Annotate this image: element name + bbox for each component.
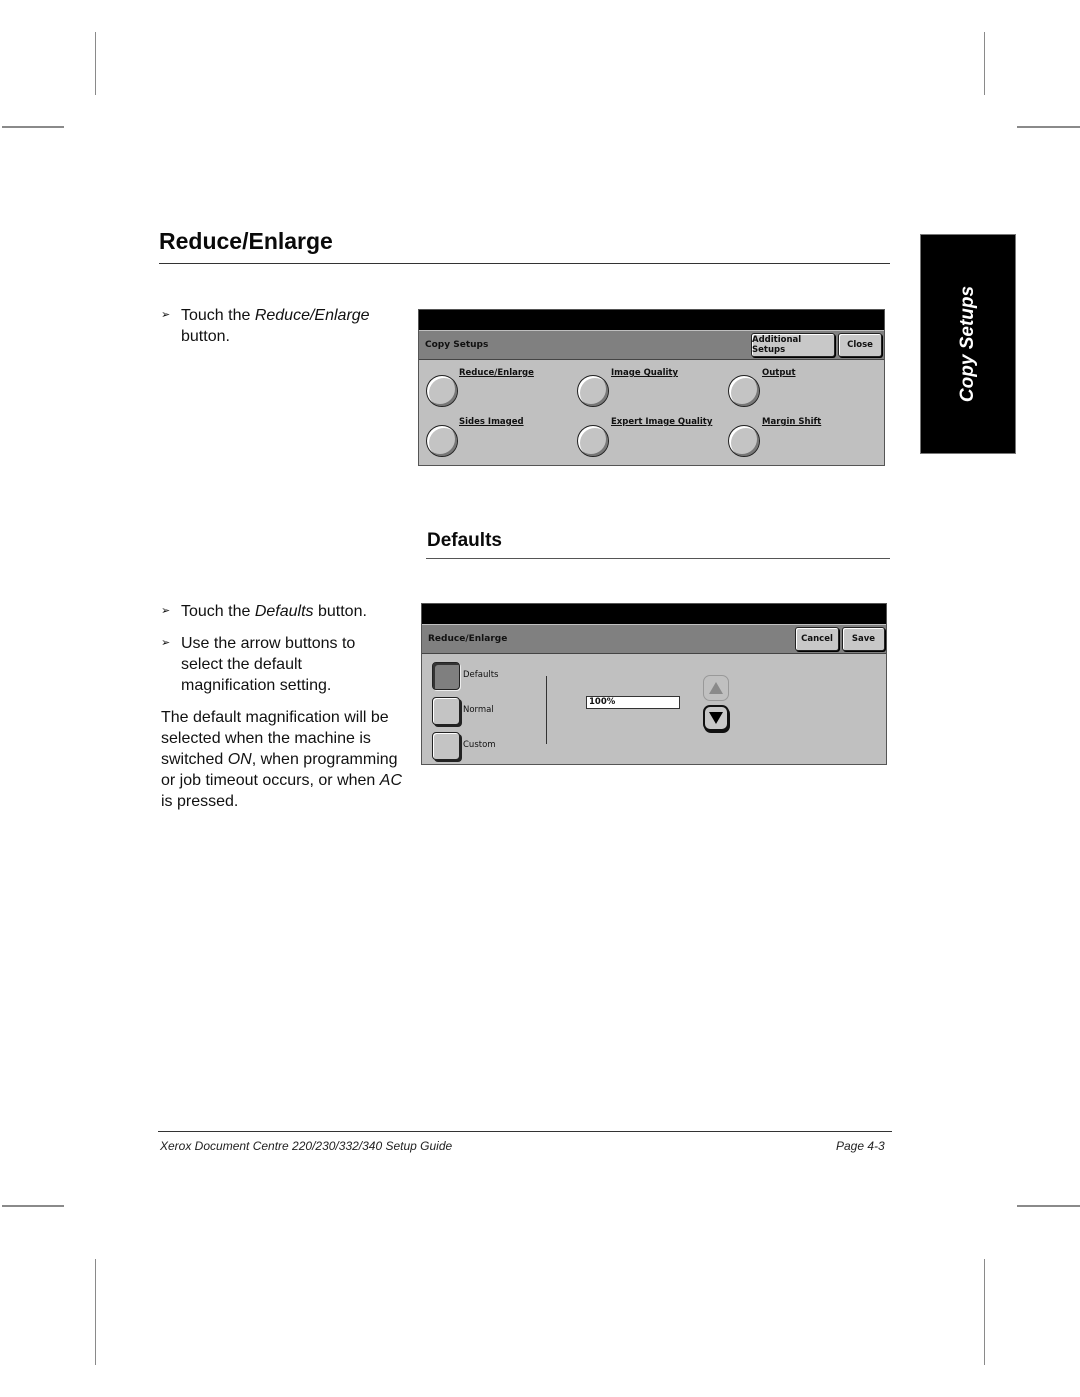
save-button[interactable]: Save — [842, 627, 885, 651]
image-quality-label[interactable]: Image Quality — [611, 368, 678, 378]
page-number: Page 4-3 — [836, 1139, 885, 1153]
screen-title: Copy Setups — [425, 340, 489, 350]
section-tab-label: Copy Setups — [957, 285, 978, 403]
defaults-option-label: Defaults — [463, 670, 499, 680]
instruction-step: ➢ Touch the Defaults button. — [161, 603, 367, 620]
crop-mark — [1017, 126, 1080, 128]
title-divider — [159, 263, 890, 264]
custom-option-label: Custom — [463, 740, 496, 750]
section-tab: Copy Setups — [920, 234, 1016, 454]
cancel-button[interactable]: Cancel — [795, 627, 839, 651]
crop-mark — [95, 1259, 96, 1365]
screen-title-bar: Reduce/Enlarge Cancel Save — [422, 625, 886, 654]
crop-mark — [984, 32, 985, 95]
normal-option-label: Normal — [463, 705, 494, 715]
reduce-enlarge-screen: Reduce/Enlarge Cancel Save Defaults Norm… — [421, 603, 887, 765]
arrow-down-icon — [709, 712, 723, 724]
close-button[interactable]: Close — [838, 333, 882, 357]
instruction-step: ➢ Use the arrow buttons to select the de… — [161, 635, 356, 694]
arrowhead-right-icon: ➢ — [161, 309, 171, 321]
reduce-enlarge-button[interactable] — [426, 375, 458, 407]
crop-mark — [2, 1205, 64, 1207]
section-divider — [426, 558, 890, 559]
crop-mark — [95, 32, 96, 95]
screen-top-bar — [419, 310, 884, 330]
arrowhead-right-icon: ➢ — [161, 637, 171, 649]
note-paragraph: The default magnification will be select… — [161, 709, 402, 810]
sides-imaged-button[interactable] — [426, 425, 458, 457]
output-label[interactable]: Output — [762, 368, 796, 378]
screen-title-bar: Copy Setups Additional Setups Close — [419, 331, 884, 360]
expert-image-quality-label[interactable]: Expert Image Quality — [611, 417, 712, 427]
copy-setups-screen: Copy Setups Additional Setups Close Redu… — [418, 309, 885, 466]
screen-top-bar — [422, 604, 886, 624]
page-title: Reduce/Enlarge — [159, 228, 333, 254]
footer-divider — [158, 1131, 892, 1132]
footer-title: Xerox Document Centre 220/230/332/340 Se… — [160, 1139, 453, 1153]
custom-option-button[interactable] — [432, 732, 460, 760]
panel-divider — [546, 676, 547, 744]
instruction-step: ➢ Touch the Reduce/Enlarge button. — [161, 307, 370, 345]
increase-button[interactable] — [703, 675, 729, 701]
normal-option-button[interactable] — [432, 697, 460, 725]
defaults-option-button[interactable] — [432, 662, 460, 690]
margin-shift-button[interactable] — [728, 425, 760, 457]
additional-setups-button[interactable]: Additional Setups — [751, 333, 835, 357]
reduce-enlarge-label[interactable]: Reduce/Enlarge — [459, 368, 534, 378]
arrow-up-icon — [709, 682, 723, 694]
crop-mark — [1017, 1205, 1080, 1207]
margin-shift-label[interactable]: Margin Shift — [762, 417, 821, 427]
arrowhead-right-icon: ➢ — [161, 605, 171, 617]
decrease-button[interactable] — [703, 705, 729, 731]
crop-mark — [984, 1259, 985, 1365]
screen-title: Reduce/Enlarge — [428, 634, 508, 644]
section-heading: Defaults — [427, 530, 502, 551]
image-quality-button[interactable] — [577, 375, 609, 407]
output-button[interactable] — [728, 375, 760, 407]
crop-mark — [2, 126, 64, 128]
magnification-value-field: 100% — [586, 696, 680, 709]
sides-imaged-label[interactable]: Sides Imaged — [459, 417, 524, 427]
expert-image-quality-button[interactable] — [577, 425, 609, 457]
